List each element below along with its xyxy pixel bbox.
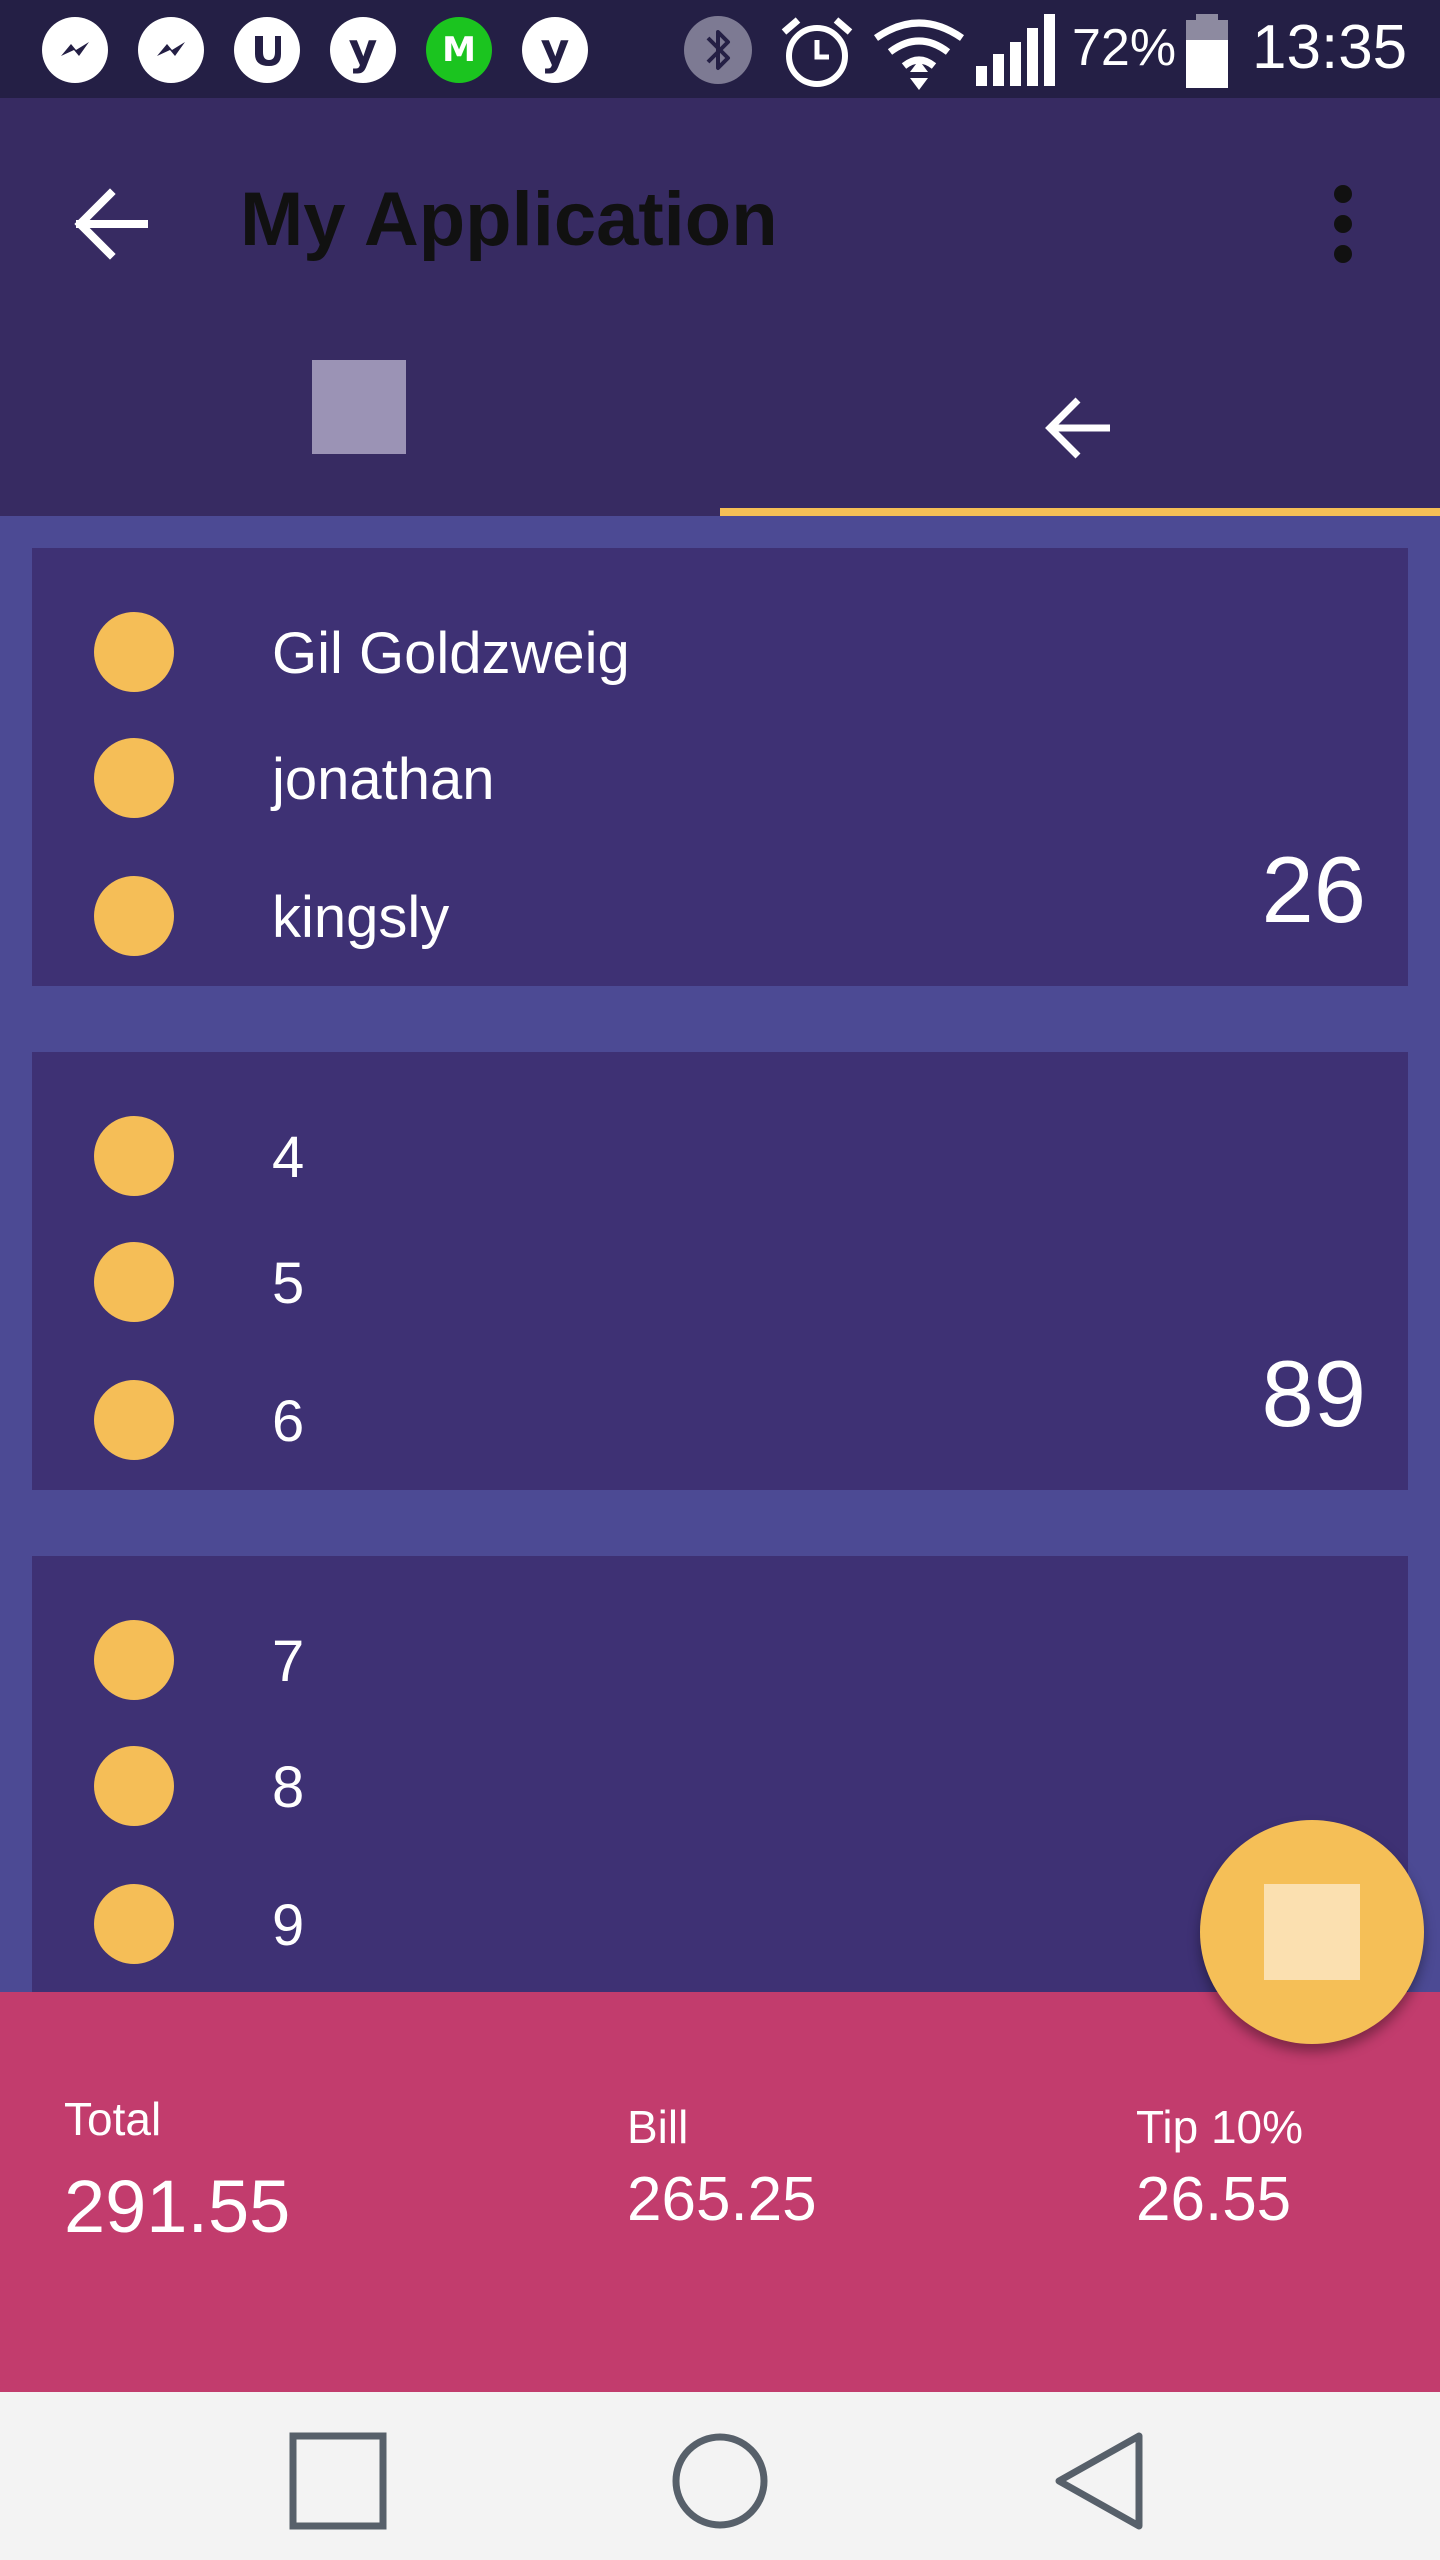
add-group-fab[interactable] xyxy=(1200,1820,1424,2044)
back-icon[interactable] xyxy=(1047,2426,1157,2536)
battery-icon xyxy=(1186,14,1228,88)
wifi-icon xyxy=(873,19,965,90)
square-icon xyxy=(312,360,406,454)
member-dot xyxy=(94,1884,174,1964)
member-name: 8 xyxy=(272,1755,305,1820)
app-bar: My Application xyxy=(0,98,1440,516)
utorrent-icon xyxy=(234,17,300,83)
bluetooth-icon xyxy=(684,16,752,84)
recents-icon[interactable] xyxy=(283,2426,393,2536)
square-icon xyxy=(1264,1884,1360,1980)
group-card[interactable]: Gil Goldzweig jonathan kingsly 26 xyxy=(32,548,1408,986)
member-dot xyxy=(94,1242,174,1322)
tab-square[interactable] xyxy=(0,360,720,516)
total-field: Total 291.55 xyxy=(64,2092,290,2249)
signal-icon xyxy=(976,14,1055,86)
member-name: Gil Goldzweig xyxy=(272,621,630,686)
battery-percent: 72% xyxy=(1072,19,1177,77)
tab-indicator xyxy=(720,508,1440,516)
alarm-icon xyxy=(781,17,853,87)
member-dot xyxy=(94,1746,174,1826)
total-value: 291.55 xyxy=(64,2165,291,2248)
more-vert-icon[interactable] xyxy=(1318,174,1368,274)
clock: 13:35 xyxy=(1252,13,1408,82)
y-icon: y xyxy=(330,17,396,83)
group-card[interactable]: 4 5 6 89 xyxy=(32,1052,1408,1490)
messenger-icon xyxy=(138,17,204,83)
bill-label: Bill xyxy=(627,2101,689,2153)
y-icon: y xyxy=(522,17,588,83)
member-name: 5 xyxy=(272,1251,305,1316)
m-icon: M xyxy=(426,17,492,83)
tip-field: Tip 10% 26.55 xyxy=(1136,2100,1303,2235)
page-title: My Application xyxy=(240,177,778,262)
member-name: 7 xyxy=(272,1629,305,1694)
home-icon[interactable] xyxy=(665,2426,775,2536)
arrow-back-icon xyxy=(1045,397,1110,459)
bill-value: 265.25 xyxy=(627,2165,817,2234)
member-name: kingsly xyxy=(272,885,450,950)
member-name: jonathan xyxy=(272,747,495,812)
member-dot xyxy=(94,876,174,956)
member-dot xyxy=(94,738,174,818)
back-arrow-icon[interactable] xyxy=(62,174,162,274)
system-nav-bar xyxy=(0,2392,1440,2560)
group-amount: 89 xyxy=(1261,1341,1366,1446)
messenger-icon xyxy=(42,17,108,83)
member-name: 6 xyxy=(272,1389,305,1454)
tip-value: 26.55 xyxy=(1136,2165,1292,2234)
tab-arrow[interactable] xyxy=(720,360,1440,516)
bill-field: Bill 265.25 xyxy=(627,2100,817,2235)
member-dot xyxy=(94,1380,174,1460)
member-name: 4 xyxy=(272,1125,305,1190)
tip-label: Tip 10% xyxy=(1136,2101,1304,2153)
member-dot xyxy=(94,612,174,692)
group-amount: 26 xyxy=(1261,837,1366,942)
summary-panel: Total 291.55 Bill 265.25 Tip 10% 26.55 xyxy=(0,1992,1440,2392)
member-dot xyxy=(94,1116,174,1196)
member-name: 9 xyxy=(272,1893,305,1958)
status-bar: y M y 72% 13:35 xyxy=(0,0,1440,98)
member-dot xyxy=(94,1620,174,1700)
total-label: Total xyxy=(64,2093,162,2145)
